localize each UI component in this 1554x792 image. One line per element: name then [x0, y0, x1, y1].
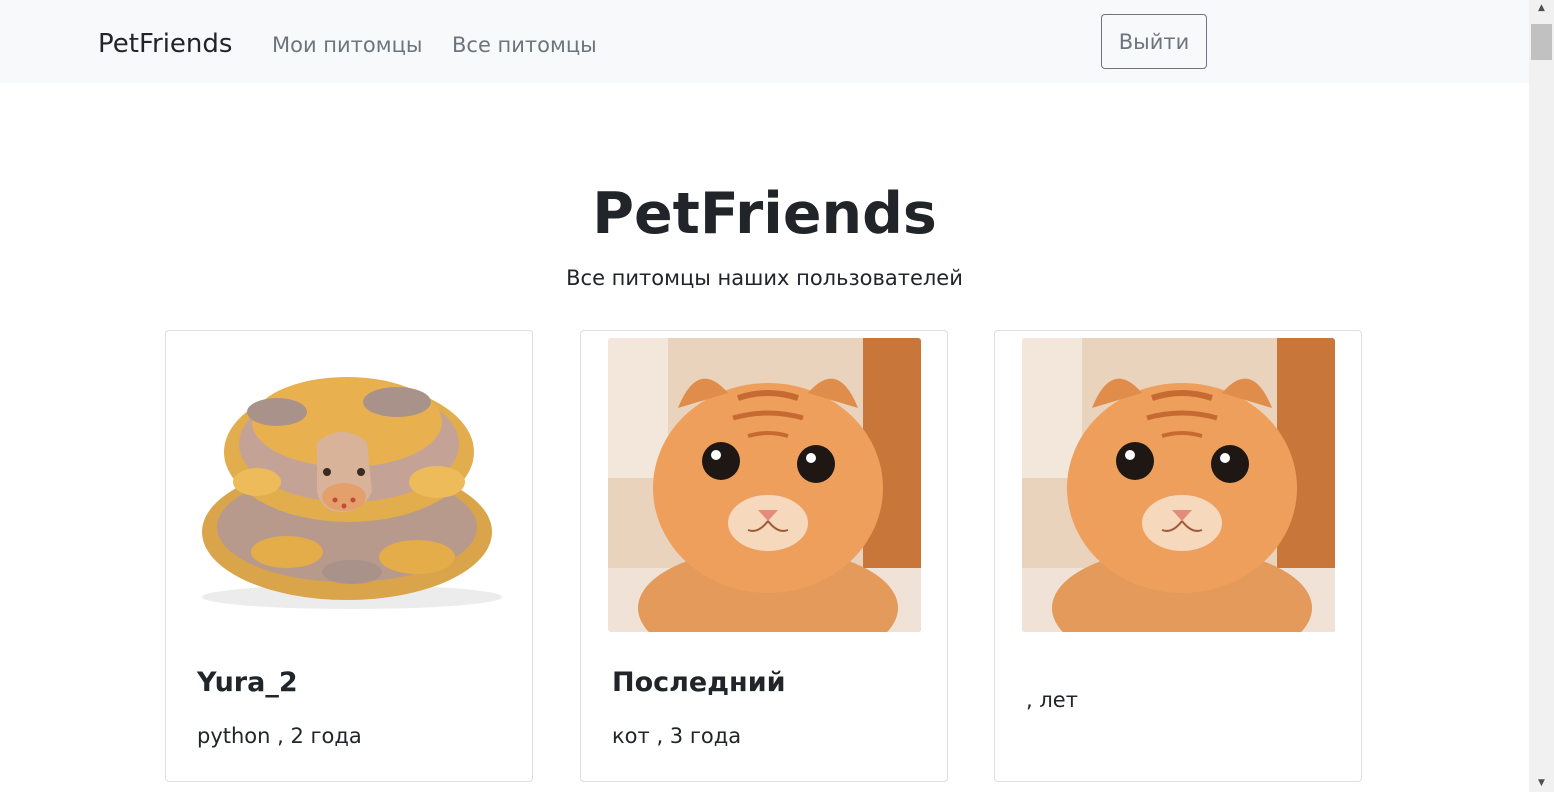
brand-link[interactable]: PetFriends — [98, 26, 232, 62]
pet-photo-snake — [167, 332, 532, 632]
scroll-down-arrow-icon[interactable]: ▼ — [1529, 775, 1554, 792]
logout-button[interactable]: Выйти — [1101, 14, 1207, 69]
nav-link-all-pets[interactable]: Все питомцы — [452, 30, 597, 60]
pet-photo-cat — [608, 338, 921, 632]
scroll-thumb[interactable] — [1531, 24, 1552, 60]
scroll-up-arrow-icon[interactable]: ▲ — [1529, 0, 1554, 17]
navbar: PetFriends Мои питомцы Все питомцы Выйти — [0, 0, 1529, 83]
page-title: PetFriends — [592, 181, 937, 247]
pet-info: python , 2 года — [197, 724, 362, 748]
pet-card: , лет — [994, 330, 1362, 782]
pet-info: , лет — [1026, 688, 1078, 712]
pet-card: Yura_2 python , 2 года — [165, 330, 533, 782]
pet-name: Yura_2 — [197, 667, 298, 698]
nav-link-my-pets[interactable]: Мои питомцы — [272, 30, 422, 60]
pet-card: Последний кот , 3 года — [580, 330, 948, 782]
page-subtitle: Все питомцы наших пользователей — [566, 266, 963, 290]
pet-name: Последний — [612, 667, 786, 698]
page: PetFriends Мои питомцы Все питомцы Выйти… — [0, 0, 1529, 792]
pet-info: кот , 3 года — [612, 724, 742, 748]
vertical-scrollbar[interactable]: ▲ ▼ — [1529, 0, 1554, 792]
pet-photo-cat — [1022, 338, 1335, 632]
